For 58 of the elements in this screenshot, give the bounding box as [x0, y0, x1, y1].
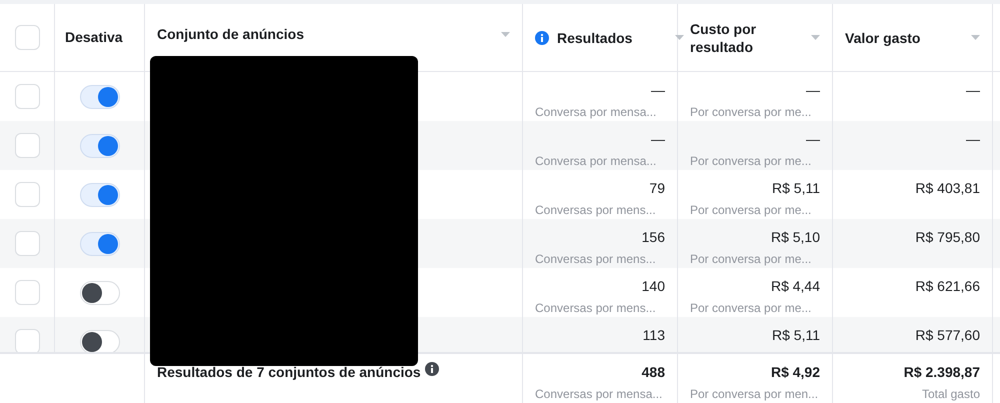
cell-value: — — [651, 130, 665, 149]
column-header[interactable]: Valor gasto — [845, 28, 955, 46]
column-header[interactable]: Custo por resultado — [690, 20, 800, 56]
checkbox[interactable] — [14, 25, 40, 50]
cell-value: R$ 4,92 — [770, 363, 820, 382]
cell-value: — — [651, 81, 665, 100]
sort-caret-icon[interactable] — [811, 35, 820, 40]
summary-label: Resultados de 7 conjuntos de anúncios — [157, 363, 421, 382]
toggle-switch[interactable] — [80, 84, 120, 108]
cell-subtitle: Conversas por mens... — [535, 202, 656, 219]
sort-caret-icon[interactable] — [501, 32, 510, 37]
cell-value: R$ 403,81 — [915, 179, 980, 198]
toggle-switch[interactable] — [80, 280, 120, 304]
cell-subtitle: Por conversa por me... — [690, 202, 812, 219]
cell-value: R$ 795,80 — [915, 228, 980, 247]
cell-subtitle: Conversa por mensa... — [535, 153, 656, 170]
cell-value: R$ 577,60 — [915, 326, 980, 345]
toggle-switch[interactable] — [80, 182, 120, 206]
cell-value: 140 — [642, 277, 665, 296]
info-icon — [424, 362, 439, 376]
cell-value: R$ 621,66 — [915, 277, 980, 296]
cell-subtitle: Por conversa por me... — [690, 251, 812, 268]
cell-subtitle: Conversas por mensa... — [535, 386, 662, 403]
sort-caret-icon[interactable] — [971, 35, 980, 40]
cell-subtitle: Por conversa por me... — [690, 153, 812, 170]
checkbox[interactable] — [14, 182, 40, 207]
checkbox[interactable] — [14, 231, 40, 256]
checkbox[interactable] — [14, 329, 40, 352]
checkbox[interactable] — [14, 84, 40, 109]
column-header[interactable]: Conjunto de anúncios — [157, 24, 304, 45]
toggle-switch[interactable] — [80, 232, 120, 256]
cell-subtitle: Conversa por mensa... — [535, 104, 656, 121]
cell-subtitle: Conversas por mens... — [535, 251, 656, 268]
cell-value: — — [806, 81, 820, 100]
cell-subtitle: Conversas por mens... — [535, 300, 656, 317]
cell-value: 79 — [649, 179, 665, 198]
checkbox[interactable] — [14, 280, 40, 305]
cell-value: 488 — [642, 363, 665, 382]
toggle-switch[interactable] — [80, 330, 120, 352]
cell-value: R$ 4,44 — [770, 277, 820, 296]
cell-subtitle: Por conversa por men... — [690, 386, 818, 403]
cell-value: R$ 2.398,87 — [904, 363, 980, 382]
column-header[interactable]: Resultados — [557, 28, 667, 46]
cell-value: R$ 5,11 — [772, 179, 820, 198]
cell-value: R$ 5,10 — [770, 228, 820, 247]
sort-caret-icon[interactable] — [675, 35, 684, 40]
cell-value: 156 — [642, 228, 665, 247]
cell-value: — — [966, 130, 980, 149]
cell-subtitle: Por conversa por me... — [690, 104, 812, 121]
cell-value: — — [966, 81, 980, 100]
cell-value: 113 — [642, 326, 665, 345]
column-header[interactable]: Desativa — [65, 27, 123, 48]
cell-subtitle: Total gasto — [922, 386, 980, 403]
checkbox[interactable] — [14, 133, 40, 158]
toggle-switch[interactable] — [80, 134, 120, 158]
cell-value: — — [806, 130, 820, 149]
cell-subtitle: Por conversa por me... — [690, 300, 812, 317]
cell-value: R$ 5,11 — [772, 326, 820, 345]
